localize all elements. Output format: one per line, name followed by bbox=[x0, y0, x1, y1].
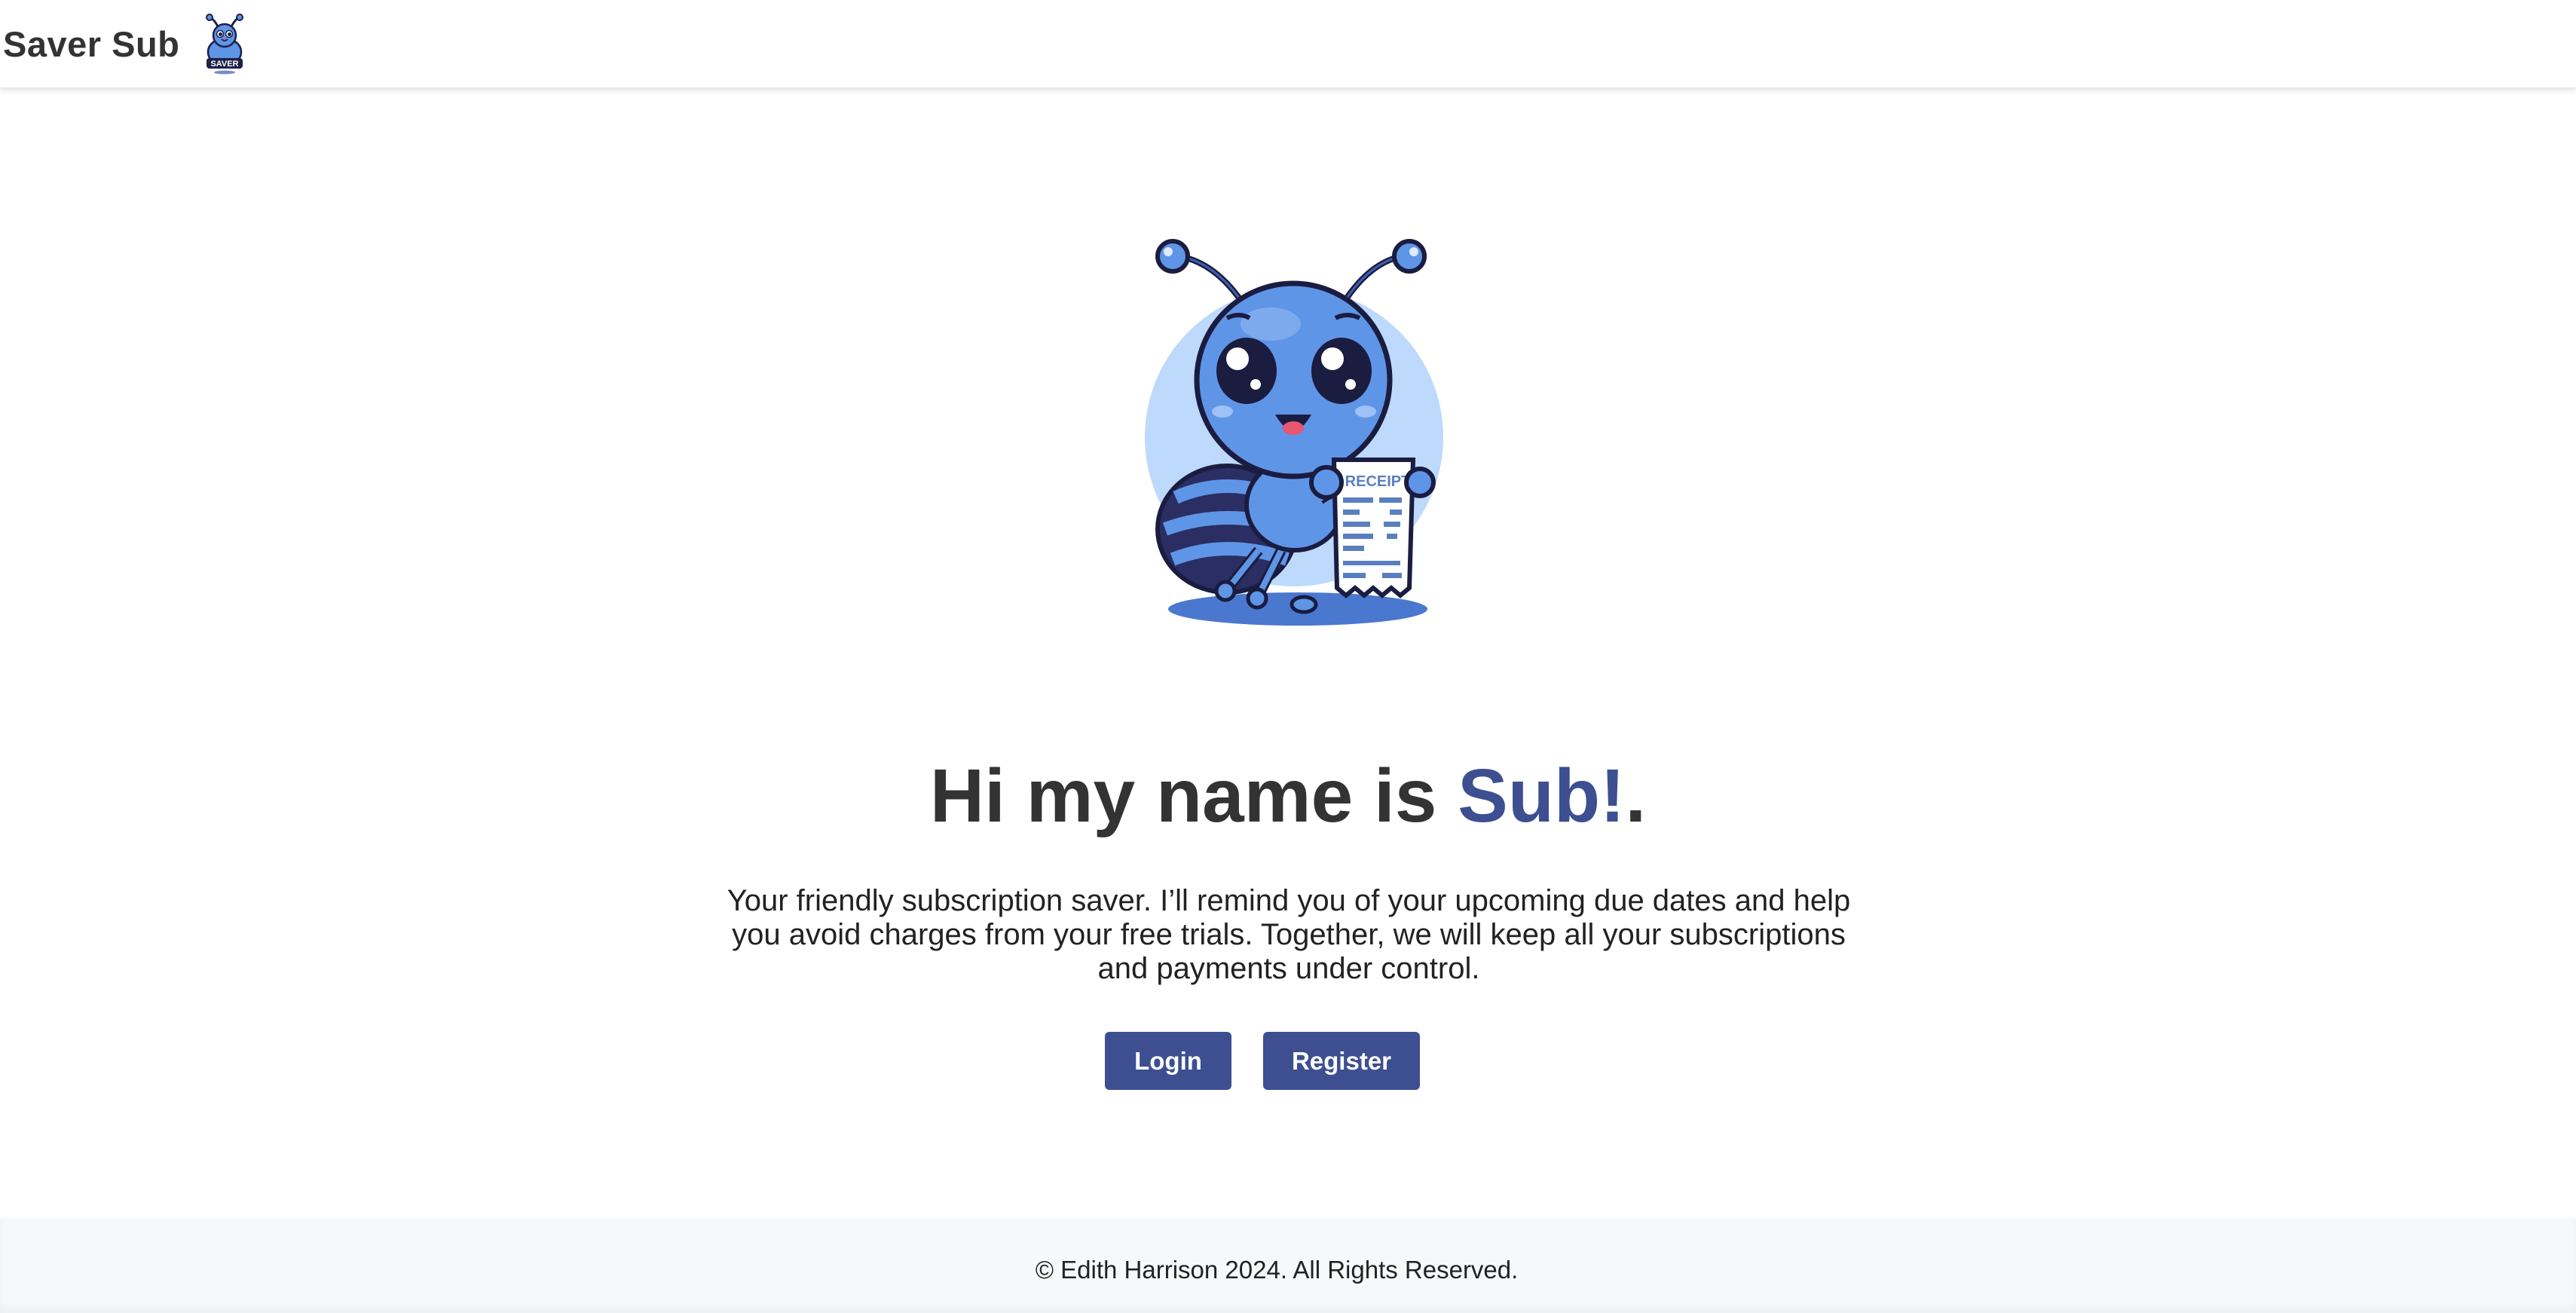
logo-banner-text: SAVER bbox=[211, 60, 239, 69]
hero-headline: Hi my name is Sub!. bbox=[0, 751, 2576, 841]
headline-mascot-name: Sub! bbox=[1458, 754, 1626, 838]
register-button[interactable]: Register bbox=[1263, 1032, 1420, 1090]
login-button[interactable]: Login bbox=[1105, 1032, 1231, 1090]
copyright-text: © Edith Harrison 2024. All Rights Reserv… bbox=[1035, 1256, 1519, 1284]
hero-tagline: Your friendly subscription saver. I’ll r… bbox=[727, 884, 1851, 985]
top-navbar: Saver Sub SAVER bbox=[0, 0, 2576, 88]
brand-home-link[interactable]: Saver Sub SAVER bbox=[3, 13, 250, 75]
brand-name: Saver Sub bbox=[3, 23, 180, 64]
ant-mascot-illustration: RECEIPT bbox=[1145, 239, 1443, 626]
ant-logo-icon: SAVER bbox=[206, 14, 244, 75]
landing-main: RECEIPT Hi my name is Sub!. Your friendl… bbox=[0, 87, 2576, 1218]
headline-prefix: Hi my name is bbox=[929, 754, 1458, 838]
headline-suffix: . bbox=[1625, 754, 1647, 838]
auth-actions: Login Register bbox=[0, 1032, 2576, 1090]
page-footer: © Edith Harrison 2024. All Rights Reserv… bbox=[0, 1218, 2576, 1313]
receipt-title: RECEIPT bbox=[1345, 473, 1411, 490]
